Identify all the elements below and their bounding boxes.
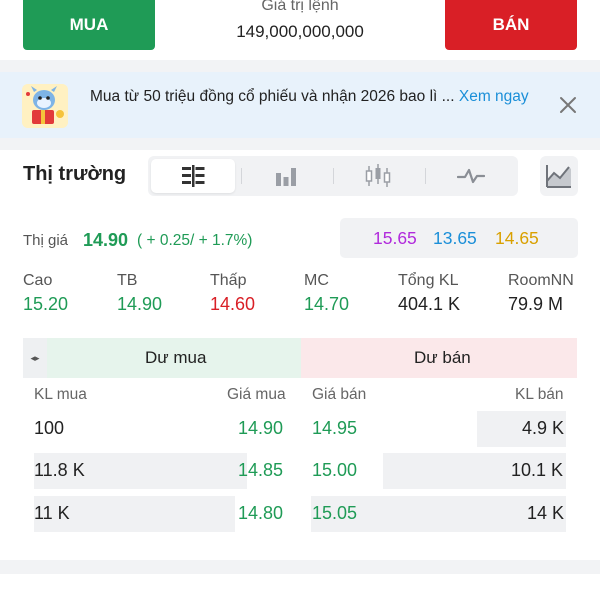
promo-link[interactable]: Xem ngay — [459, 88, 529, 105]
buy-volume: 100 — [34, 418, 65, 438]
stat-label: TB — [117, 272, 138, 289]
market-title: Thị trường — [23, 163, 127, 185]
sell-volume: 4.9 K — [522, 418, 565, 438]
stat-label: Cao — [23, 272, 53, 289]
bar-chart-icon[interactable] — [244, 159, 328, 193]
floor-price: 13.65 — [433, 228, 477, 248]
stat-label: MC — [304, 272, 329, 289]
buy-volume: 11.8 K — [34, 460, 85, 480]
divider — [0, 560, 600, 574]
order-book-icon[interactable] — [151, 159, 235, 193]
reference-price: 14.65 — [495, 228, 539, 248]
sell-price: 14.95 — [312, 418, 358, 438]
divider — [241, 168, 242, 184]
candlestick-icon[interactable] — [336, 159, 420, 193]
ceiling-price: 15.65 — [373, 228, 417, 248]
buy-header-label: Dư mua — [145, 348, 207, 367]
line-pulse-icon[interactable] — [429, 159, 513, 193]
reference-prices: 15.65 13.65 14.65 — [340, 218, 578, 258]
stat-value: 14.90 — [117, 294, 163, 314]
price-change: ( + 0.25/ + 1.7%) — [137, 232, 253, 249]
stat-label: Thấp — [210, 272, 247, 289]
stat-value: 79.9 M — [508, 294, 564, 314]
buy-volume: 11 K — [34, 503, 70, 523]
promo-banner[interactable]: Mua từ 50 triệu đồng cổ phiếu và nhận 20… — [0, 72, 600, 138]
sell-volume: 10.1 K — [511, 460, 564, 480]
buy-price: 14.90 — [238, 418, 284, 438]
mascot-icon — [22, 84, 68, 128]
buy-button[interactable]: MUA — [23, 0, 155, 50]
stat-value: 14.70 — [304, 294, 350, 314]
chart-area-icon[interactable] — [540, 156, 578, 196]
expand-arrows-icon[interactable]: ◂▸ — [23, 338, 47, 378]
buy-price: 14.80 — [238, 503, 284, 523]
divider — [0, 60, 600, 72]
stat-value: 15.20 — [23, 294, 69, 314]
stat-value: 14.60 — [210, 294, 256, 314]
sell-header-label: Dư bán — [414, 348, 471, 367]
buy-price: 14.85 — [238, 460, 284, 480]
sell-button[interactable]: BÁN — [445, 0, 577, 50]
col-sell-price: Giá bán — [312, 386, 367, 403]
price-label: Thị giá — [23, 232, 69, 249]
stat-label: Tổng KL — [398, 272, 459, 289]
market-view-switcher — [148, 156, 518, 196]
promo-text: Mua từ 50 triệu đồng cổ phiếu và nhận 20… — [90, 86, 530, 107]
order-value-label: Giá trị lệnh — [261, 0, 339, 14]
order-action-bar: MUA Giá trị lệnh 149,000,000,000 BÁN — [0, 0, 600, 60]
promo-message: Mua từ 50 triệu đồng cổ phiếu và nhận 20… — [90, 88, 459, 105]
col-sell-volume: KL bán — [515, 386, 564, 403]
stat-value: 404.1 K — [398, 294, 461, 314]
divider — [0, 138, 600, 150]
col-buy-volume: KL mua — [34, 386, 87, 403]
divider — [425, 168, 426, 184]
sell-price: 15.00 — [312, 460, 358, 480]
order-book-buy-header: Dư mua — [23, 338, 301, 378]
order-value: 149,000,000,000 — [236, 22, 364, 41]
sell-volume: 14 K — [527, 503, 565, 523]
sell-price: 15.05 — [312, 503, 358, 523]
divider — [333, 168, 334, 184]
current-price: 14.90 — [83, 230, 129, 250]
stat-label: RoomNN — [508, 272, 574, 289]
col-buy-price: Giá mua — [227, 386, 286, 403]
order-book-sell-header: Dư bán — [301, 338, 577, 378]
close-icon[interactable] — [555, 92, 581, 118]
